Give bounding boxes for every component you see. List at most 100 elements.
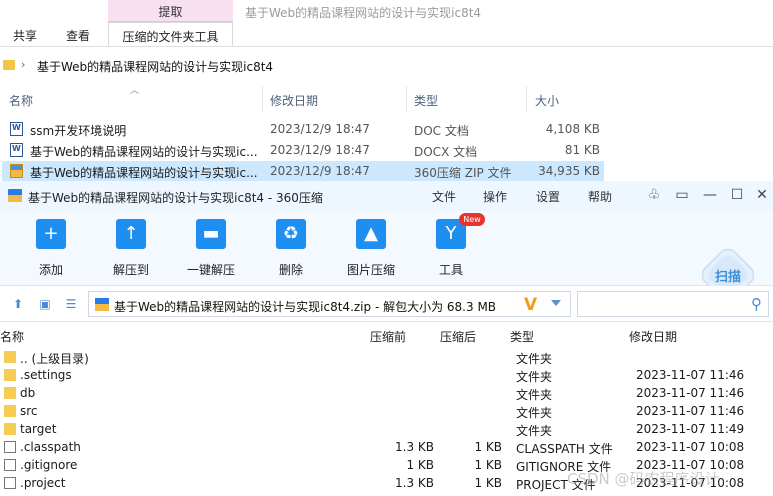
entry-modified: 2023-11-07 11:46	[636, 386, 745, 400]
list-item[interactable]: src 文件夹 2023-11-07 11:46	[0, 402, 773, 420]
folder-icon	[3, 60, 15, 70]
column-divider[interactable]	[526, 86, 527, 112]
feedback-icon[interactable]: ▭	[673, 186, 691, 204]
close-icon[interactable]: ✕	[753, 186, 771, 204]
delete-label: 删除	[278, 263, 303, 277]
column-divider[interactable]	[262, 86, 263, 112]
entry-size-before: 1.3 KB	[395, 476, 434, 490]
extract-to-button[interactable]: ↑ 解压到	[101, 219, 161, 279]
entry-name: target	[20, 422, 57, 436]
column-size-before[interactable]: 压缩前	[370, 328, 406, 345]
context-group-label: 提取	[158, 5, 183, 19]
archive-title-bar[interactable]: 基于Web的精品课程网站的设计与实现ic8t4 - 360压缩 文件 操作 设置…	[0, 181, 773, 211]
up-level-icon[interactable]: ⬆	[10, 297, 26, 311]
archive-path-field[interactable]: 基于Web的精品课程网站的设计与实现ic8t4.zip - 解包大小为 68.3…	[88, 291, 571, 317]
column-date[interactable]: 修改日期	[270, 92, 318, 109]
add-button[interactable]: + 添加	[21, 219, 81, 279]
column-name[interactable]: 名称	[0, 328, 24, 345]
zip-file-icon	[10, 164, 23, 178]
file-icon	[4, 459, 16, 471]
entry-type: 文件夹	[516, 352, 553, 366]
entry-type: 文件夹	[516, 388, 553, 402]
list-item[interactable]: target 文件夹 2023-11-07 11:49	[0, 420, 773, 438]
explorer-window-title: 基于Web的精品课程网站的设计与实现ic8t4	[245, 6, 482, 20]
entry-size-after: 1 KB	[474, 440, 502, 454]
folder-icon	[4, 369, 16, 381]
entry-name: .settings	[20, 368, 72, 382]
context-tab-group[interactable]: 提取	[108, 0, 233, 22]
dropdown-arrow-icon[interactable]	[551, 300, 561, 306]
menu-file[interactable]: 文件	[432, 188, 456, 205]
one-click-extract-button[interactable]: ▬ 一键解压	[181, 219, 241, 279]
tab-share[interactable]: 共享	[13, 27, 37, 44]
entry-name: src	[20, 404, 38, 418]
file-name: 基于Web的精品课程网站的设计与实现ic...	[30, 145, 258, 159]
tab-view[interactable]: 查看	[66, 27, 90, 44]
file-type: DOC 文档	[414, 124, 469, 138]
file-icon	[4, 477, 16, 489]
file-size: 34,935 KB	[538, 164, 600, 178]
menu-settings[interactable]: 设置	[536, 188, 560, 205]
entry-size-before: 1 KB	[406, 458, 434, 472]
file-row[interactable]: 基于Web的精品课程网站的设计与实现ic... 2023/12/9 18:47 …	[0, 140, 773, 160]
tools-label: 工具	[438, 263, 463, 277]
entry-name: db	[20, 386, 36, 400]
file-icon	[4, 441, 16, 453]
delete-button[interactable]: ♻ 删除	[261, 219, 321, 279]
one-click-extract-icon: ▬	[196, 219, 226, 249]
skin-icon[interactable]: ♧	[645, 186, 663, 204]
address-bar[interactable]: › 基于Web的精品课程网站的设计与实现ic8t4	[0, 54, 773, 78]
entry-type: 文件夹	[516, 406, 553, 420]
image-compress-icon: ▲	[356, 219, 386, 249]
entry-name: .gitignore	[20, 458, 78, 472]
list-item[interactable]: db 文件夹 2023-11-07 11:46	[0, 384, 773, 402]
tools-button[interactable]: Y 工具 New	[421, 213, 485, 279]
verified-v-icon[interactable]: V	[524, 295, 537, 315]
doc-file-icon	[10, 122, 23, 136]
explorer-ribbon: 提取 基于Web的精品课程网站的设计与实现ic8t4 共享 查看 压缩的文件夹工…	[0, 0, 773, 46]
archive-path-text: 基于Web的精品课程网站的设计与实现ic8t4.zip - 解包大小为 68.3…	[114, 300, 497, 314]
column-size[interactable]: 大小	[535, 92, 559, 109]
breadcrumb[interactable]: 基于Web的精品课程网站的设计与实现ic8t4	[37, 58, 273, 75]
list-item[interactable]: .settings 文件夹 2023-11-07 11:46	[0, 366, 773, 384]
maximize-icon[interactable]: ☐	[728, 186, 746, 204]
thumbnail-view-icon[interactable]: ▣	[37, 297, 53, 311]
file-row-selected[interactable]: 基于Web的精品课程网站的设计与实现ic... 2023/12/9 18:47 …	[0, 161, 773, 181]
search-input[interactable]: ⚲	[577, 291, 769, 317]
file-date: 2023/12/9 18:47	[270, 122, 370, 136]
list-item[interactable]: .. (上级目录) 文件夹	[0, 348, 773, 366]
explorer-column-header: ︿ 名称 修改日期 类型 大小	[0, 86, 773, 112]
file-size: 81 KB	[564, 143, 600, 157]
file-date: 2023/12/9 18:47	[270, 143, 370, 157]
menu-help[interactable]: 帮助	[588, 188, 612, 205]
search-icon[interactable]: ⚲	[751, 295, 762, 313]
entry-size-after: 1 KB	[474, 458, 502, 472]
column-modified[interactable]: 修改日期	[629, 328, 677, 345]
menu-operation[interactable]: 操作	[483, 188, 507, 205]
ribbon-divider	[0, 46, 773, 47]
minimize-icon[interactable]: —	[701, 186, 719, 204]
column-name[interactable]: 名称	[9, 92, 33, 109]
file-row[interactable]: ssm开发环境说明 2023/12/9 18:47 DOC 文档 4,108 K…	[0, 119, 773, 139]
entry-type: 文件夹	[516, 370, 553, 384]
entry-name: .project	[20, 476, 66, 490]
chevron-right-icon[interactable]: ›	[21, 58, 25, 71]
column-type[interactable]: 类型	[414, 92, 438, 109]
folder-icon	[4, 423, 16, 435]
entry-name: .classpath	[20, 440, 81, 454]
extract-to-label: 解压到	[112, 263, 149, 277]
watermark: CSDN @码农程序设计	[567, 470, 720, 488]
image-compress-button[interactable]: ▲ 图片压缩	[341, 219, 401, 279]
archive-app-icon	[8, 189, 22, 202]
tab-compressed-folder-tools[interactable]: 压缩的文件夹工具	[108, 22, 233, 46]
column-size-after[interactable]: 压缩后	[440, 328, 476, 345]
column-divider[interactable]	[406, 86, 407, 112]
entry-modified: 2023-11-07 11:46	[636, 404, 745, 418]
column-type[interactable]: 类型	[510, 328, 534, 345]
file-type: DOCX 文档	[414, 145, 478, 159]
list-item[interactable]: .classpath 1.3 KB 1 KB CLASSPATH 文件 2023-11-…	[0, 438, 773, 456]
add-icon: +	[36, 219, 66, 249]
archive-column-header: 名称 压缩前 压缩后 类型 修改日期	[0, 323, 773, 347]
new-badge: New	[459, 213, 485, 226]
list-view-icon[interactable]: ☰	[63, 297, 79, 311]
